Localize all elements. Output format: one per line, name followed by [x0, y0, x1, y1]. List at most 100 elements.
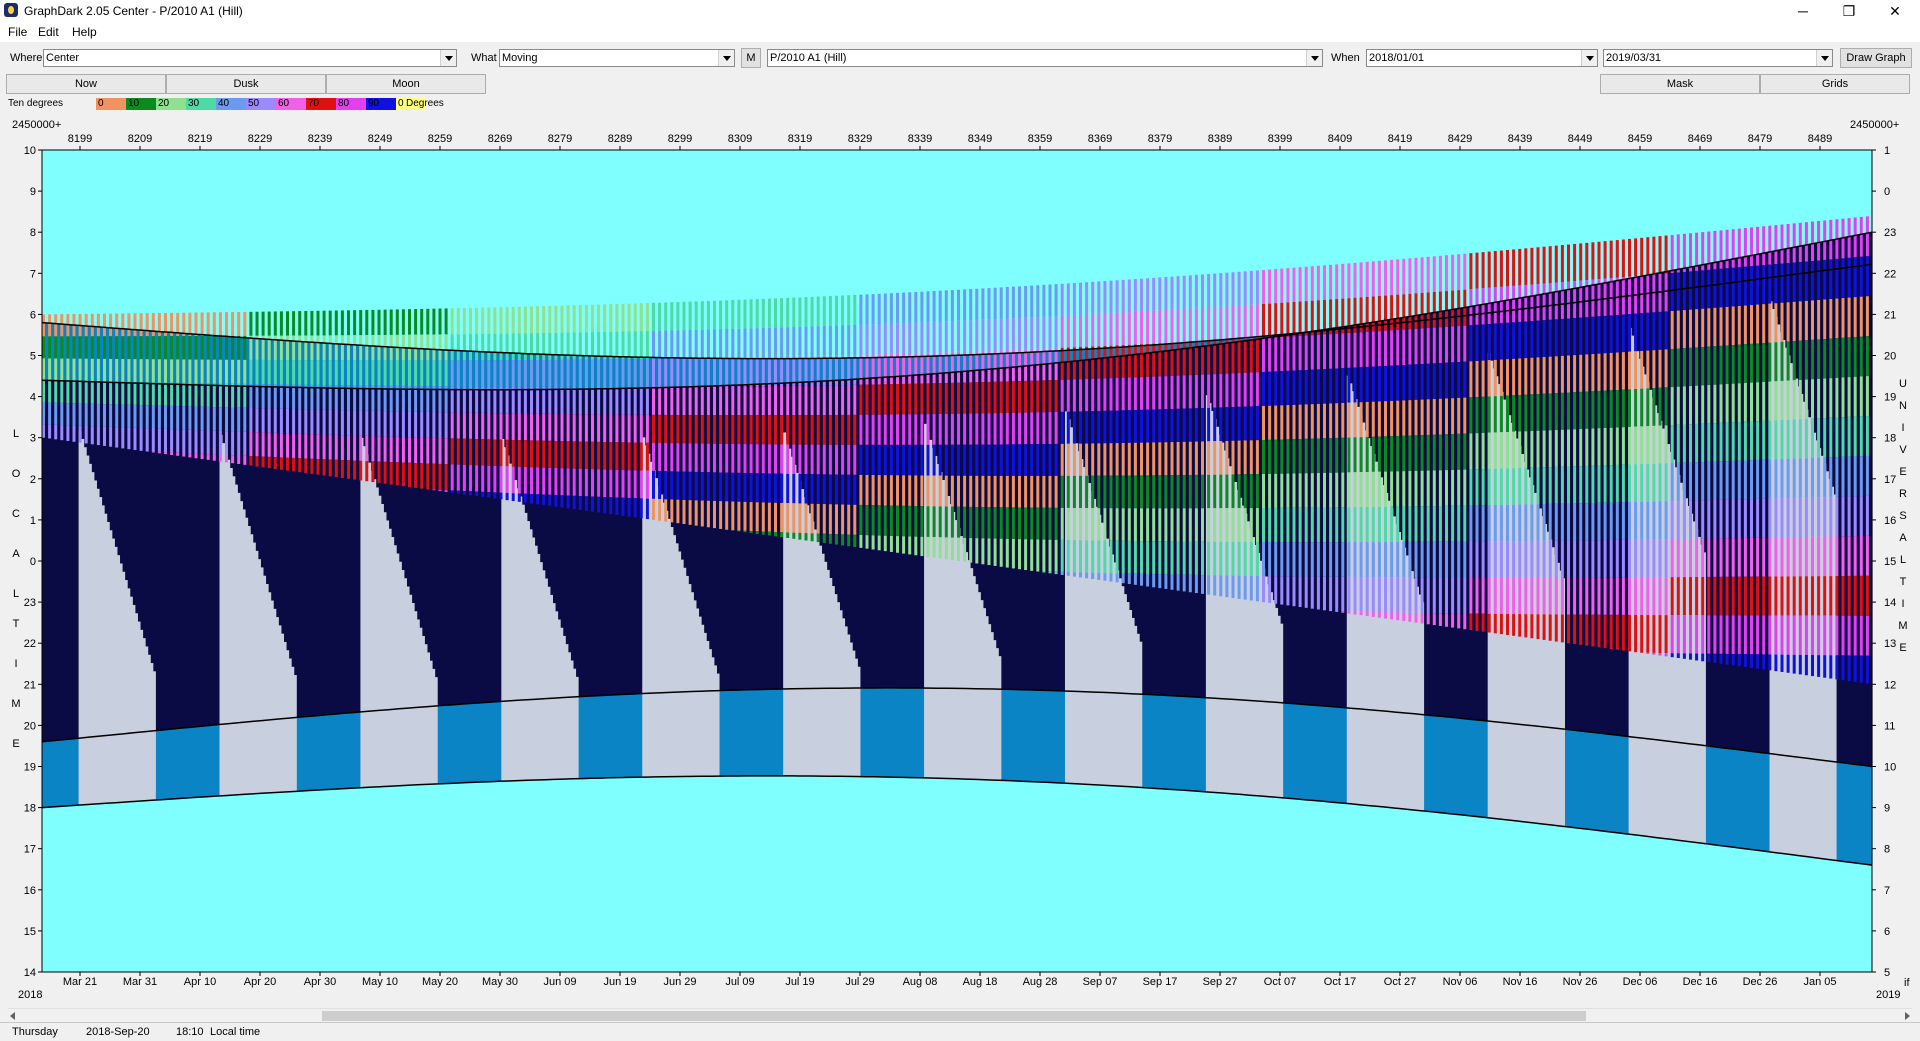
jd-tick: 8469 — [1688, 133, 1712, 145]
corner-label: if — [1904, 977, 1910, 989]
jd-tick: 8459 — [1628, 133, 1652, 145]
ut-hour-tick: 9 — [1884, 803, 1890, 815]
local-hour-tick: 5 — [30, 351, 36, 363]
date-tick: Apr 10 — [184, 976, 216, 988]
legend-left-label: Ten degrees — [8, 98, 63, 109]
local-hour-tick: 7 — [30, 268, 36, 280]
ut-hour-tick: 1 — [1884, 145, 1890, 157]
jd-tick: 8479 — [1748, 133, 1772, 145]
left-axis-letter: C — [12, 508, 20, 520]
where-select[interactable]: Center — [43, 49, 457, 67]
status-time: 18:10 — [176, 1026, 204, 1038]
legend-swatch: 60 — [276, 98, 306, 110]
minimize-button[interactable]: ─ — [1780, 0, 1826, 22]
when-label: When — [1331, 52, 1360, 64]
legend-swatch: 80 — [336, 98, 366, 110]
degree-legend: Ten degrees 01020304050607080900 Degrees — [0, 96, 1920, 112]
chevron-down-icon[interactable] — [1581, 50, 1597, 66]
moon-button[interactable]: Moon — [326, 74, 486, 94]
jd-tick: 8199 — [68, 133, 92, 145]
local-hour-tick: 15 — [24, 926, 36, 938]
chevron-down-icon[interactable] — [440, 50, 456, 66]
status-mode: Local time — [210, 1026, 260, 1038]
ut-hour-tick: 11 — [1884, 720, 1895, 732]
date-tick: Jun 19 — [603, 976, 636, 988]
now-button[interactable]: Now — [6, 74, 166, 94]
legend-swatch: 70 — [306, 98, 336, 110]
ut-hour-tick: 14 — [1884, 597, 1896, 609]
ut-hour-tick: 17 — [1884, 474, 1896, 486]
left-axis-letter: I — [14, 658, 17, 670]
draw-graph-button[interactable]: Draw Graph — [1840, 48, 1912, 68]
legend-swatch: 10 — [126, 98, 156, 110]
right-axis-letter: I — [1901, 598, 1904, 610]
jd-tick: 8359 — [1028, 133, 1052, 145]
m-button[interactable]: M — [741, 48, 761, 68]
scroll-thumb[interactable] — [322, 1011, 1586, 1021]
close-button[interactable]: ✕ — [1872, 0, 1918, 22]
date-tick: Sep 27 — [1203, 976, 1238, 988]
chevron-down-icon[interactable] — [1306, 50, 1322, 66]
end-date-value: 2019/03/31 — [1606, 52, 1661, 64]
jd-tick: 8319 — [788, 133, 812, 145]
date-tick: Jun 09 — [543, 976, 576, 988]
date-tick: Nov 06 — [1443, 976, 1478, 988]
right-axis-letter: U — [1899, 378, 1907, 390]
what-select[interactable]: Moving — [499, 49, 735, 67]
jd-tick: 8239 — [308, 133, 332, 145]
jd-tick: 8249 — [368, 133, 392, 145]
maximize-button[interactable]: ❐ — [1826, 0, 1872, 22]
menu-file[interactable]: File — [8, 25, 27, 39]
status-day: Thursday — [12, 1026, 58, 1038]
right-axis-letter: M — [1898, 620, 1907, 632]
end-date-select[interactable]: 2019/03/31 — [1603, 49, 1833, 67]
local-hour-tick: 19 — [24, 762, 36, 774]
mask-button[interactable]: Mask — [1600, 74, 1760, 94]
date-tick: Jul 09 — [725, 976, 754, 988]
horizontal-scrollbar[interactable] — [8, 1008, 1912, 1023]
visibility-graph[interactable]: 2450000+2450000+819982098219822982398249… — [0, 112, 1920, 1008]
date-tick: Sep 07 — [1083, 976, 1118, 988]
jd-tick: 8429 — [1448, 133, 1472, 145]
legend-right-label: Degrees — [406, 98, 444, 109]
date-tick: Jul 19 — [785, 976, 814, 988]
date-tick: May 30 — [482, 976, 518, 988]
right-axis-letter: S — [1899, 510, 1906, 522]
date-tick: May 10 — [362, 976, 398, 988]
jd-tick: 8419 — [1388, 133, 1412, 145]
dusk-button[interactable]: Dusk — [166, 74, 326, 94]
what-value: Moving — [502, 52, 537, 64]
menu-help[interactable]: Help — [72, 25, 97, 39]
date-tick: Aug 28 — [1023, 976, 1058, 988]
jd-prefix-right: 2450000+ — [1850, 119, 1899, 131]
status-date: 2018-Sep-20 — [86, 1026, 150, 1038]
date-tick: Dec 16 — [1683, 976, 1718, 988]
jd-tick: 8329 — [848, 133, 872, 145]
ut-hour-tick: 21 — [1884, 309, 1896, 321]
ut-hour-tick: 13 — [1884, 638, 1896, 650]
menu-edit[interactable]: Edit — [38, 25, 59, 39]
date-tick: Oct 27 — [1384, 976, 1416, 988]
ut-hour-tick: 15 — [1884, 556, 1896, 568]
grids-button[interactable]: Grids — [1760, 74, 1910, 94]
date-tick: Aug 18 — [963, 976, 998, 988]
ut-hour-tick: 10 — [1884, 762, 1896, 774]
local-hour-tick: 16 — [24, 885, 36, 897]
scroll-left-icon[interactable] — [10, 1012, 15, 1020]
left-axis-letter: A — [12, 548, 20, 560]
date-tick: Sep 17 — [1143, 976, 1178, 988]
ut-hour-tick: 16 — [1884, 515, 1896, 527]
jd-tick: 8369 — [1088, 133, 1112, 145]
legend-swatch: 50 — [246, 98, 276, 110]
date-tick: Apr 20 — [244, 976, 276, 988]
local-hour-tick: 17 — [24, 844, 36, 856]
chevron-down-icon[interactable] — [1816, 50, 1832, 66]
where-label: Where — [10, 52, 42, 64]
chevron-down-icon[interactable] — [718, 50, 734, 66]
start-date-select[interactable]: 2018/01/01 — [1366, 49, 1598, 67]
object-select[interactable]: P/2010 A1 (Hill) — [767, 49, 1323, 67]
local-hour-tick: 20 — [24, 720, 36, 732]
scroll-right-icon[interactable] — [1905, 1012, 1910, 1020]
ut-hour-tick: 19 — [1884, 392, 1896, 404]
menu-bar: File Edit Help — [0, 22, 1920, 42]
